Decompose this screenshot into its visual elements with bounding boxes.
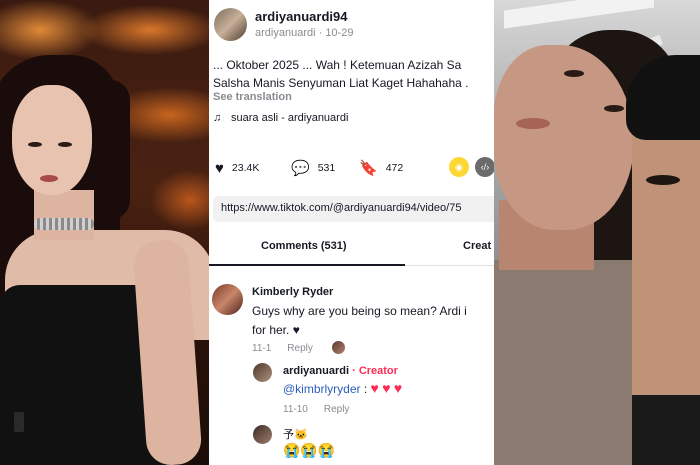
- commenter-name[interactable]: ardiyanuardi: [283, 365, 349, 377]
- save-count: 472: [385, 162, 404, 174]
- creator-badge: · Creator: [352, 365, 398, 377]
- tiktok-post-screenshot: ardiyanuardi94 ardiyanuardi · 10-29 ... …: [209, 0, 494, 465]
- comment-meta: 11-10 Reply: [283, 404, 365, 415]
- photo-eye: [604, 105, 624, 112]
- comment-line: Guys why are you being so mean? Ardi i: [252, 304, 467, 318]
- caption-line: Salsha Manis Senyuman Liat Kaget Hahahah…: [213, 76, 469, 90]
- tab-creator-videos[interactable]: Creat: [463, 240, 491, 252]
- embed-icon[interactable]: ‹/›: [475, 157, 494, 177]
- commenter-name[interactable]: Kimberly Ryder: [252, 286, 333, 298]
- heart-emoji-icon: ♥: [393, 380, 403, 396]
- heart-emoji-icon: ♥: [370, 380, 379, 396]
- comment-text: @kimbrlyryder : ♥ ♥ ♥: [283, 379, 402, 399]
- music-note-icon: ♫: [213, 112, 222, 124]
- comment-button[interactable]: 💬 531: [291, 156, 335, 180]
- comment-line: for her. ♥: [252, 323, 300, 337]
- photo-lips: [40, 175, 58, 182]
- like-count: 23.4K: [231, 162, 260, 174]
- photo-eye: [646, 175, 680, 185]
- like-button[interactable]: ♥ 23.4K: [215, 156, 259, 180]
- commenter-name-row: ardiyanuardi · Creator: [283, 365, 398, 377]
- comment-text: Guys why are you being so mean? Ardi i f…: [252, 302, 467, 340]
- photo-eye: [28, 142, 42, 147]
- sound-link[interactable]: ♫ suara asli - ardiyanuardi: [213, 112, 348, 124]
- commenter-avatar[interactable]: [253, 363, 272, 382]
- reply-button[interactable]: Reply: [324, 404, 350, 415]
- commenter-name[interactable]: 予🐱: [283, 426, 308, 442]
- post-header: ardiyanuardi94 ardiyanuardi · 10-29: [209, 0, 494, 48]
- comment-tabs: Comments (531) Creat: [209, 228, 494, 266]
- heart-emoji-icon: ♥: [382, 380, 391, 396]
- share-icon[interactable]: ◉: [449, 157, 469, 177]
- photo-man-shirt: [632, 395, 700, 465]
- photo-eye: [58, 142, 72, 147]
- bookmark-icon: 🔖: [359, 159, 378, 177]
- video-url-bar[interactable]: https://www.tiktok.com/@ardiyanuardi94/v…: [213, 196, 494, 222]
- save-button[interactable]: 🔖 472: [359, 156, 403, 180]
- author-subline: ardiyanuardi · 10-29: [255, 27, 354, 39]
- photo-eye: [564, 70, 584, 77]
- caption-line: ... Oktober 2025 ... Wah ! Ketemuan Aziz…: [213, 58, 462, 72]
- commenter-avatar[interactable]: [253, 425, 272, 444]
- photo-choker: [34, 218, 94, 230]
- active-tab-indicator: [209, 264, 405, 266]
- left-photo: [0, 0, 209, 465]
- comment-item: 予🐱 😭😭😭: [209, 420, 494, 465]
- liked-by-creator-avatar: [332, 341, 345, 354]
- ceiling-light: [504, 0, 654, 29]
- heart-icon: ♥: [215, 159, 224, 177]
- photo-lips: [516, 118, 550, 129]
- comment-item: Kimberly Ryder Guys why are you being so…: [209, 280, 494, 360]
- comment-reply-item: ardiyanuardi · Creator @kimbrlyryder : ♥…: [209, 360, 494, 420]
- see-translation-link[interactable]: See translation: [213, 91, 292, 103]
- comment-emojis: 😭😭😭: [283, 442, 336, 458]
- photo-watch: [14, 412, 24, 432]
- action-bar: ♥ 23.4K 💬 531 🔖 472 ◉ ‹/›: [209, 156, 494, 180]
- right-photo: [494, 0, 700, 465]
- tab-comments[interactable]: Comments (531): [261, 240, 347, 252]
- author-username[interactable]: ardiyanuardi94: [255, 9, 348, 24]
- comment-meta: 11-1 Reply: [252, 343, 329, 354]
- post-caption: ... Oktober 2025 ... Wah ! Ketemuan Aziz…: [213, 56, 494, 92]
- comment-icon: 💬: [291, 159, 310, 177]
- commenter-avatar[interactable]: [212, 284, 243, 315]
- comment-date: 11-10: [283, 404, 308, 415]
- sound-label: suara asli - ardiyanuardi: [231, 112, 349, 124]
- comment-suffix: :: [360, 382, 371, 396]
- reply-button[interactable]: Reply: [287, 343, 313, 354]
- photo-body: [494, 260, 634, 465]
- author-avatar[interactable]: [214, 8, 247, 41]
- comment-date: 11-1: [252, 343, 272, 354]
- photo-neck: [34, 190, 94, 240]
- mention-link[interactable]: @kimbrlyryder: [283, 382, 361, 396]
- comment-count: 531: [317, 162, 336, 174]
